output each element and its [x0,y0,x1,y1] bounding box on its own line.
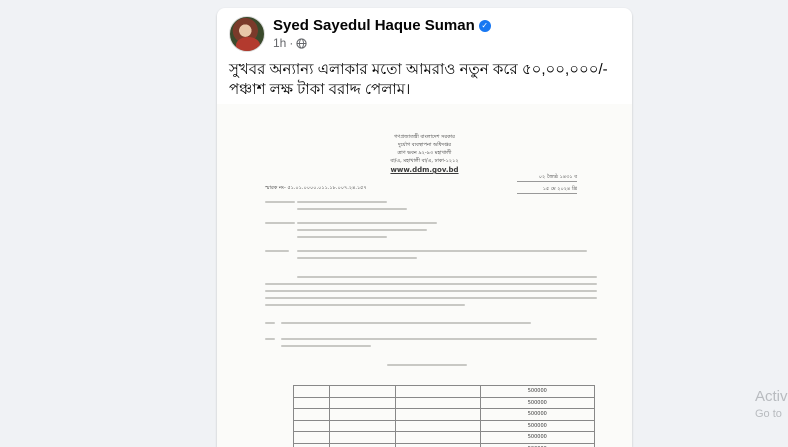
doc-text-line [265,201,295,203]
table-cell: 500000 [479,442,596,447]
author-row: Syed Sayedul Haque Suman ✓ [273,17,491,34]
table-cell: 500000 [479,408,596,421]
doc-text-line [387,364,467,366]
doc-text-line [297,208,407,210]
doc-text-line [265,290,597,292]
doc-header-line: গণপ্রজাতন্ত্রী বাংলাদেশ সরকার [394,134,455,140]
activate-windows-watermark: Activ [755,388,788,405]
table-row: 500000 [292,408,596,421]
doc-date-box: ০২ জ্যৈষ্ঠ ১৪৩১ ব ১৫ মে ২০২৪ খ্রি [517,174,577,198]
table-cell: 500000 [479,396,596,409]
post-text: সুখবর অন্যান্য এলাকার মতো আমরাও নতুন করে… [229,61,608,98]
doc-ref-number: স্মারক নং- ৫১.০১.০০০০.০১১.১৮.০০৭.২৪.১৫৭ [265,185,367,191]
globe-icon [296,37,307,49]
doc-date: ১৫ মে ২০২৪ খ্রি [517,186,577,194]
post-card: Syed Sayedul Haque Suman ✓ 1h · সুখবর অন… [217,8,632,447]
doc-header-line: বা/এ, মহাখালী বা/এ, ঢাকা-১২১২ [390,158,459,164]
doc-text-line [297,236,387,238]
timestamp-row: 1h · [273,36,491,50]
table-cell: 500000 [479,385,596,398]
table-row: 500000 [292,419,596,432]
table-row: 500000 [292,431,596,444]
document-photo: গণপ্রজাতন্ত্রী বাংলাদেশ সরকার দুর্যোগ ব্… [217,104,632,447]
doc-text-line [265,322,275,324]
table-row: 500000 [292,396,596,409]
doc-website: www.ddm.gov.bd [390,166,459,174]
doc-text-line [297,276,597,278]
doc-text-line [265,304,465,306]
table-cell: 500000 [479,419,596,432]
doc-text-line [297,257,417,259]
doc-text-line [265,338,275,340]
doc-header-line: ত্রাণ ভবন ৯২-৯৩ মহাখালী [397,150,452,156]
doc-text-line [297,250,587,252]
doc-text-line [265,297,597,299]
doc-text-line [265,250,289,252]
doc-text-line [265,283,597,285]
post-meta: Syed Sayedul Haque Suman ✓ 1h · [273,17,491,52]
doc-date: ০২ জ্যৈষ্ঠ ১৪৩১ ব [517,174,577,182]
table-cell: 500000 [479,431,596,444]
doc-text-line [265,222,295,224]
doc-text-line [281,338,597,340]
doc-text-line [297,222,437,224]
doc-text-line [297,229,427,231]
post-time[interactable]: 1h [273,36,286,50]
table-row: 500000 [292,385,596,398]
author-name[interactable]: Syed Sayedul Haque Suman [273,17,475,34]
separator-dot: · [289,36,294,50]
doc-text-line [281,322,531,324]
post-header: Syed Sayedul Haque Suman ✓ 1h · [229,16,491,52]
table-row: 500000 [292,442,596,447]
doc-header-line: দুর্যোগ ব্যবস্থাপনা অধিদপ্তর [397,142,452,148]
activate-windows-subtext: Go to [755,408,782,420]
doc-text-line [281,345,371,347]
attached-image[interactable]: গণপ্রজাতন্ত্রী বাংলাদেশ সরকার দুর্যোগ ব্… [217,104,632,447]
verified-badge-icon: ✓ [478,19,491,32]
doc-text-line [297,201,387,203]
doc-table: 500000 500000 500000 500000 500000 50000… [292,385,596,447]
avatar[interactable] [229,16,265,52]
